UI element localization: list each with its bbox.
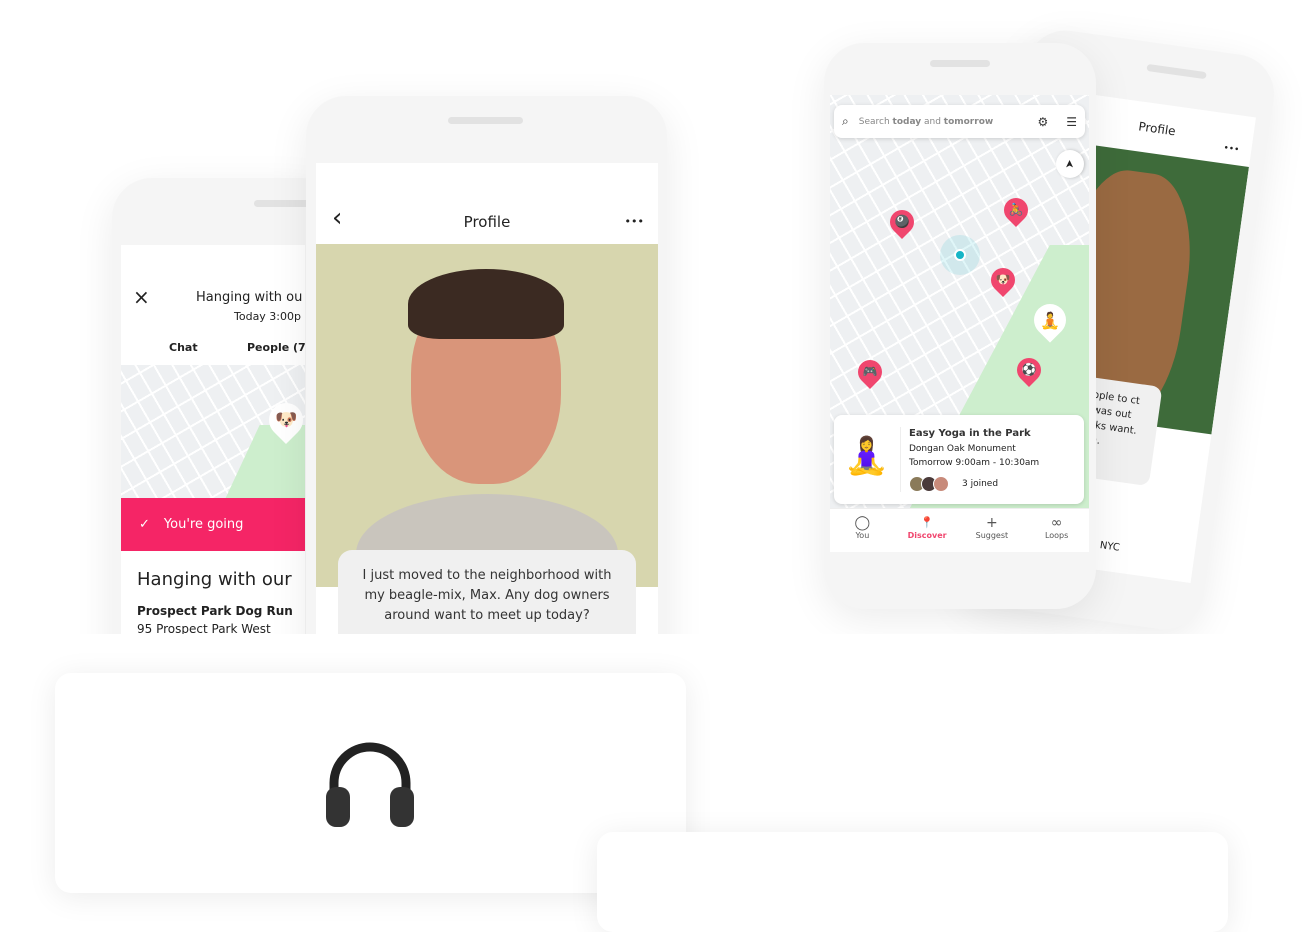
list-icon[interactable]: ☰ [1066,115,1077,129]
search-input[interactable]: Search today and tomorrow [859,117,993,127]
infinity-icon: ∞ [1050,515,1063,531]
more-icon[interactable]: ••• [1223,143,1240,155]
more-icon[interactable]: ••• [625,215,644,228]
event-header-title: Hanging with ou [196,290,303,305]
tab-people[interactable]: People (7) [247,341,305,354]
navigate-icon: ➤ [1063,159,1076,169]
event-title: Hanging with our [137,569,292,590]
phone-profile: ‹ Profile ••• I just moved to the neighb… [306,96,667,634]
attendee-avatars [909,476,949,492]
cycling-pin[interactable]: 🚴 [999,193,1033,227]
card-title: Easy Yoga in the Park [909,428,1031,439]
locate-button[interactable]: ➤ [1056,150,1084,178]
bottom-card [55,673,686,893]
event-header-time: Today 3:00p [234,310,301,323]
card-time: Tomorrow 9:00am - 10:30am [909,458,1040,468]
profile-icon: ◯ [854,515,871,531]
phone-discover: 🎱 🚴 🐶 🧘 🎮 ⚽ ⌕ Search today and tomorrow … [824,43,1096,609]
nav-discover[interactable]: 📍 Discover [895,509,960,552]
bio-bubble: I just moved to the neighborhood with my… [338,550,636,634]
profile-photo [316,244,658,614]
location: NYC [1099,540,1121,554]
joined-count: 3 joined [962,479,999,489]
filter-icon[interactable]: ⚙ [1037,115,1048,129]
event-card[interactable]: 🧘‍♀️ Easy Yoga in the Park Dongan Oak Mo… [834,415,1084,504]
pin-icon: 📍 [920,516,934,529]
page-title: Profile [1137,119,1177,139]
yoga-emoji: 🧘‍♀️ [844,436,889,477]
billiards-pin[interactable]: 🎱 [885,205,919,239]
event-map[interactable]: 🐶 [121,365,305,505]
venue: Prospect Park Dog Run [137,604,293,618]
nav-suggest[interactable]: + Suggest [960,509,1025,552]
search-icon: ⌕ [842,114,849,128]
bottom-nav: ◯ You 📍 Discover + Suggest ∞ Loops [830,508,1089,552]
tab-chat[interactable]: Chat [169,341,198,354]
close-icon[interactable]: × [133,285,150,309]
page-title: Profile [463,213,511,231]
current-location [940,235,980,275]
nav-you[interactable]: ◯ You [830,509,895,552]
dog-pin[interactable]: 🐶 [986,263,1020,297]
check-icon: ✓ [139,517,150,532]
card-location: Dongan Oak Monument [909,444,1016,454]
gaming-pin[interactable]: 🎮 [853,355,887,389]
going-button[interactable]: ✓ You're going [121,498,305,551]
nav-loops[interactable]: ∞ Loops [1024,509,1089,552]
bottom-card-2 [597,832,1228,932]
address: 95 Prospect Park West [137,622,271,634]
headphones-icon [326,742,414,827]
plus-icon: + [986,515,998,531]
search-bar[interactable]: ⌕ Search today and tomorrow ⚙ ☰ [834,105,1085,138]
